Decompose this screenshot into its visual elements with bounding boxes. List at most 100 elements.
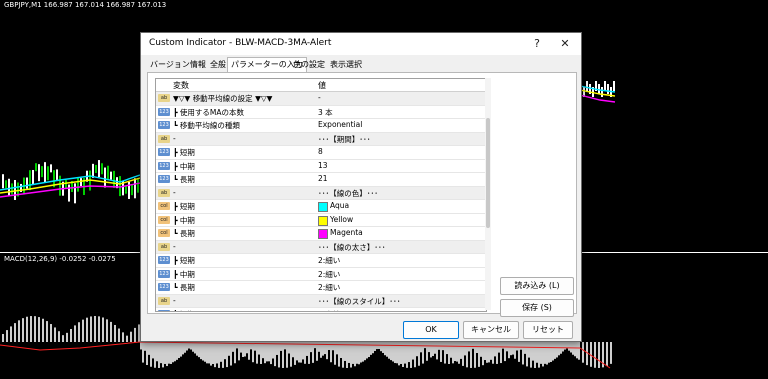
macd-bar bbox=[118, 328, 120, 342]
row-value[interactable]: 0:実線 bbox=[318, 309, 340, 311]
macd-bar bbox=[304, 340, 306, 364]
tab-display-selection[interactable]: 表示選択 bbox=[327, 58, 365, 71]
row-value[interactable]: Yellow bbox=[330, 215, 353, 224]
table-row[interactable]: ab - ･･･【期間】･･･ bbox=[156, 132, 486, 146]
row-value[interactable]: Exponential bbox=[318, 120, 362, 129]
table-scrollbar[interactable] bbox=[485, 78, 491, 310]
row-value[interactable]: 2:細い bbox=[318, 255, 340, 266]
macd-bar bbox=[288, 340, 290, 354]
macd-bar bbox=[210, 342, 212, 366]
row-value[interactable]: ･･･【線のスタイル】･･･ bbox=[318, 296, 401, 307]
row-value[interactable]: Magenta bbox=[330, 228, 363, 237]
macd-bar bbox=[426, 342, 428, 361]
macd-bar bbox=[160, 340, 162, 364]
macd-bar bbox=[578, 342, 580, 360]
macd-bar bbox=[340, 340, 342, 359]
macd-bar bbox=[338, 342, 340, 367]
tab-general[interactable]: 全般 bbox=[207, 58, 229, 71]
macd-bar bbox=[400, 340, 402, 364]
macd-bar bbox=[458, 342, 460, 364]
candle bbox=[29, 170, 31, 191]
row-value[interactable]: - bbox=[318, 93, 321, 102]
macd-bar bbox=[396, 340, 398, 364]
help-button[interactable]: ? bbox=[527, 35, 547, 53]
row-value[interactable]: ･･･【線の太さ】･･･ bbox=[318, 242, 386, 253]
macd-bar bbox=[542, 342, 544, 367]
row-value[interactable]: ･･･【期間】･･･ bbox=[318, 134, 371, 145]
tab-color-settings[interactable]: 色の設定 bbox=[290, 58, 328, 71]
table-row[interactable]: 123┣ 短期 0:実線 ▾ bbox=[156, 308, 486, 311]
row-variable: ┗ 長期 bbox=[173, 283, 195, 292]
macd-bar bbox=[50, 324, 52, 342]
table-row[interactable]: 123 ┣ 短期 8 bbox=[156, 146, 486, 160]
candle bbox=[80, 178, 82, 187]
macd-bar bbox=[286, 342, 288, 368]
macd-bar bbox=[492, 340, 494, 364]
text-type-icon: ab bbox=[158, 94, 170, 102]
row-variable: ┣ 短期 bbox=[173, 256, 195, 265]
table-row[interactable]: 123 ┗ 長期 21 bbox=[156, 173, 486, 187]
row-value[interactable]: 8 bbox=[318, 147, 323, 156]
scrollbar-thumb[interactable] bbox=[486, 118, 490, 228]
macd-bar bbox=[230, 342, 232, 366]
candle bbox=[41, 166, 43, 178]
row-variable: ┗ 移動平均線の種類 bbox=[173, 121, 240, 130]
macd-bar bbox=[470, 342, 472, 368]
table-row[interactable]: 123 ┣ 中期 2:細い bbox=[156, 268, 486, 281]
candle bbox=[119, 176, 121, 197]
reset-button[interactable]: リセット bbox=[523, 321, 573, 339]
macd-bar bbox=[448, 340, 450, 364]
dialog-titlebar[interactable]: Custom Indicator - BLW-MACD-3MA-Alert ? … bbox=[141, 33, 581, 55]
table-row[interactable]: ab - ･･･【線のスタイル】･･･ bbox=[156, 294, 486, 308]
table-row[interactable]: 123 ┣ 中期 13 bbox=[156, 160, 486, 173]
macd-bar bbox=[530, 342, 532, 368]
table-row[interactable]: 123 ┗ 移動平均線の種類 Exponential bbox=[156, 119, 486, 133]
macd-bar bbox=[554, 342, 556, 359]
table-row[interactable]: ab - ･･･【線の太さ】･･･ bbox=[156, 240, 486, 254]
close-icon[interactable]: ✕ bbox=[555, 35, 575, 53]
table-row[interactable]: col ┣ 短期 Aqua bbox=[156, 200, 486, 214]
macd-bar bbox=[268, 340, 270, 362]
macd-bar bbox=[346, 342, 348, 368]
row-value[interactable]: 3 本 bbox=[318, 107, 333, 118]
macd-bar bbox=[408, 340, 410, 363]
parameters-table: 変数 値 ab ▼▽▼ 移動平均線の設定 ▼▽▼ -123 ┣ 使用するMAの本数 3 … bbox=[155, 78, 487, 312]
macd-bar bbox=[318, 342, 320, 352]
macd-bar bbox=[460, 340, 462, 359]
macd-bar bbox=[432, 340, 434, 357]
ok-button[interactable]: OK bbox=[403, 321, 459, 339]
macd-bar bbox=[300, 340, 302, 363]
macd-bar bbox=[548, 340, 550, 363]
load-button[interactable]: 読み込み (L) bbox=[500, 277, 574, 295]
macd-bar bbox=[532, 340, 534, 361]
table-row[interactable]: ab ▼▽▼ 移動平均線の設定 ▼▽▼ - bbox=[156, 92, 486, 106]
row-value[interactable]: 21 bbox=[318, 174, 328, 183]
table-row[interactable]: 123 ┣ 短期 2:細い bbox=[156, 254, 486, 268]
table-row[interactable]: col ┣ 中期 Yellow bbox=[156, 214, 486, 227]
text-type-icon: ab bbox=[158, 296, 170, 305]
dropdown-arrow-icon[interactable]: ▾ bbox=[466, 310, 469, 311]
row-value[interactable]: 13 bbox=[318, 161, 328, 170]
macd-bar bbox=[114, 324, 116, 342]
macd-bar bbox=[278, 342, 280, 368]
table-row[interactable]: 123 ┗ 長期 2:細い bbox=[156, 281, 486, 295]
macd-bar bbox=[324, 340, 326, 355]
macd-bar bbox=[558, 342, 560, 356]
row-value[interactable]: 2:細い bbox=[318, 269, 340, 280]
macd-bar bbox=[308, 340, 310, 364]
table-row[interactable]: 123 ┣ 使用するMAの本数 3 本 bbox=[156, 106, 486, 119]
macd-bar bbox=[364, 340, 366, 361]
row-value[interactable]: 2:細い bbox=[318, 282, 340, 293]
save-button[interactable]: 保存 (S) bbox=[500, 299, 574, 317]
macd-bar bbox=[504, 340, 506, 362]
cancel-button[interactable]: キャンセル bbox=[463, 321, 519, 339]
table-row[interactable]: col ┗ 長期 Magenta bbox=[156, 227, 486, 241]
macd-bar bbox=[366, 342, 368, 359]
macd-bar bbox=[514, 342, 516, 359]
row-value[interactable]: Aqua bbox=[330, 201, 349, 210]
macd-bar bbox=[336, 340, 338, 355]
tab-version-info[interactable]: バージョン情報 bbox=[147, 58, 209, 71]
macd-bar bbox=[86, 317, 88, 342]
table-row[interactable]: ab - ･･･【線の色】･･･ bbox=[156, 186, 486, 200]
row-value[interactable]: ･･･【線の色】･･･ bbox=[318, 188, 378, 199]
